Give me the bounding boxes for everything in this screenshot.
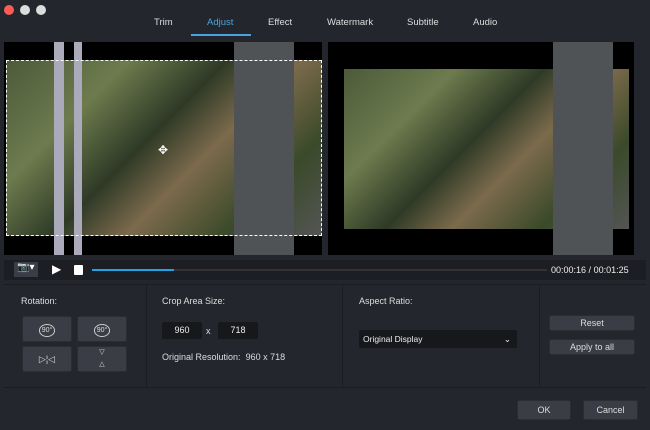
tab-watermark[interactable]: Watermark (327, 17, 373, 28)
flip-vertical-button[interactable]: ▽ △ (77, 346, 127, 372)
original-resolution: Original Resolution: 960 x 718 (162, 352, 286, 362)
flip-vertical-icon: ▽ △ (99, 349, 105, 368)
tab-adjust[interactable]: Adjust (207, 17, 233, 28)
cancel-button[interactable]: Cancel (583, 400, 638, 420)
active-tab-indicator (191, 34, 251, 36)
flip-horizontal-button[interactable]: ▷¦◁ (22, 346, 72, 372)
play-button[interactable]: ▶ (52, 262, 61, 276)
apply-to-all-button[interactable]: Apply to all (549, 339, 635, 355)
time-display: 00:00:16 / 00:01:25 (551, 265, 629, 275)
snapshot-button[interactable]: 📷▾ (14, 262, 38, 277)
ok-button[interactable]: OK (517, 400, 571, 420)
rotate-clockwise-button[interactable]: 90° (22, 316, 72, 342)
tab-trim[interactable]: Trim (154, 17, 173, 28)
rotate-counterclockwise-button[interactable]: 90° (77, 316, 127, 342)
minimize-button[interactable] (20, 5, 30, 15)
original-preview: ✥ (4, 42, 322, 255)
rotation-label: Rotation: (21, 296, 58, 306)
maximize-button[interactable] (36, 5, 46, 15)
tab-audio[interactable]: Audio (473, 17, 497, 28)
crop-center-handle[interactable]: ✥ (158, 143, 168, 157)
progress-track[interactable] (92, 269, 547, 271)
rotate-clockwise-icon: 90° (38, 324, 56, 337)
crop-width-input[interactable]: 960 (162, 322, 202, 339)
reset-button[interactable]: Reset (549, 315, 635, 331)
progress-fill (92, 269, 174, 271)
crop-height-input[interactable]: 718 (218, 322, 258, 339)
crop-size-label: Crop Area Size: (162, 296, 226, 306)
tab-effect[interactable]: Effect (268, 17, 292, 28)
rotate-counterclockwise-icon: 90° (93, 324, 111, 337)
aspect-ratio-label: Aspect Ratio: (359, 296, 413, 306)
close-button[interactable] (4, 5, 14, 15)
aspect-ratio-select[interactable]: Original Display ⌄ (359, 330, 517, 348)
output-preview (328, 42, 634, 255)
crop-x-label: x (206, 326, 211, 336)
stop-button[interactable] (74, 265, 83, 275)
flip-horizontal-icon: ▷¦◁ (38, 354, 56, 364)
player-bar: 📷▾ ▶ 00:00:16 / 00:01:25 (4, 260, 646, 280)
chevron-down-icon: ⌄ (503, 334, 511, 344)
tab-subtitle[interactable]: Subtitle (407, 17, 439, 28)
